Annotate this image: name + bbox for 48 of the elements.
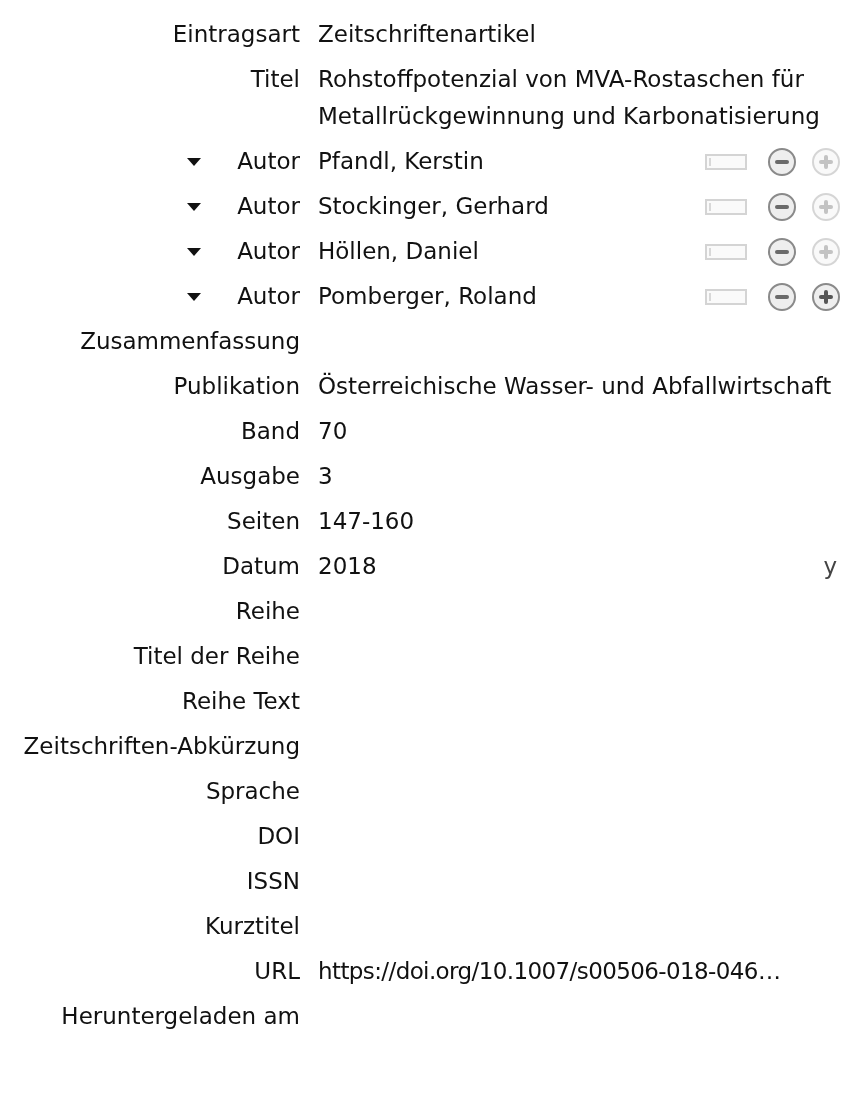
field-label: DOI <box>257 822 300 851</box>
date-format-hint: y <box>823 552 837 581</box>
field-label: Eintragsart <box>172 20 300 49</box>
switch-field-mode-icon[interactable] <box>705 154 747 170</box>
field-label: Zeitschriften-Abkürzung <box>23 732 300 761</box>
field-value[interactable]: Österreichische Wasser- und Abfallwirtschaft <box>318 368 845 405</box>
dropdown-triangle-icon[interactable] <box>186 157 202 167</box>
field-value[interactable]: Rohstoffpotenzial von MVA-Rostaschen für Metallrückgewinnung und Karbonatisierung <box>318 61 845 135</box>
field-label: Autor <box>237 192 300 221</box>
field-value[interactable]: Pomberger, Roland <box>318 278 695 315</box>
field-label: Reihe Text <box>181 687 300 716</box>
dropdown-triangle-icon[interactable] <box>186 247 202 257</box>
field-label: Datum <box>222 552 300 581</box>
field-value[interactable]: 2018 <box>318 548 814 585</box>
field-label: Publikation <box>173 372 300 401</box>
field-label: Titel der Reihe <box>133 642 300 671</box>
remove-icon[interactable] <box>767 237 797 267</box>
field-label: URL <box>254 957 300 986</box>
field-label: Reihe <box>235 597 300 626</box>
field-label: Autor <box>237 237 300 266</box>
remove-icon[interactable] <box>767 147 797 177</box>
switch-field-mode-icon[interactable] <box>705 244 747 260</box>
field-label: Autor <box>237 282 300 311</box>
add-icon[interactable] <box>811 282 841 312</box>
field-value[interactable]: Pfandl, Kerstin <box>318 143 695 180</box>
field-label: Seiten <box>227 507 300 536</box>
field-label: Kurztitel <box>205 912 300 941</box>
field-label: Sprache <box>205 777 300 806</box>
field-label: Autor <box>237 147 300 176</box>
dropdown-triangle-icon[interactable] <box>186 202 202 212</box>
dropdown-triangle-icon[interactable] <box>186 292 202 302</box>
field-value[interactable]: 147-160 <box>318 503 845 540</box>
field-label: Band <box>240 417 300 446</box>
remove-icon[interactable] <box>767 192 797 222</box>
field-value[interactable]: Höllen, Daniel <box>318 233 695 270</box>
switch-field-mode-icon[interactable] <box>705 289 747 305</box>
field-label: Zusammenfassung <box>80 327 300 356</box>
switch-field-mode-icon[interactable] <box>705 199 747 215</box>
field-value[interactable]: 70 <box>318 413 845 450</box>
field-label: ISSN <box>246 867 300 896</box>
field-value[interactable]: 3 <box>318 458 845 495</box>
url-value[interactable]: https://doi.org/10.1007/s00506-018-046… <box>318 953 845 990</box>
field-value[interactable]: Zeitschriftenartikel <box>318 16 845 53</box>
field-label: Ausgabe <box>200 462 300 491</box>
field-label: Titel <box>250 65 300 94</box>
remove-icon[interactable] <box>767 282 797 312</box>
field-label: Heruntergeladen am <box>61 1002 300 1031</box>
field-value[interactable]: Stockinger, Gerhard <box>318 188 695 225</box>
